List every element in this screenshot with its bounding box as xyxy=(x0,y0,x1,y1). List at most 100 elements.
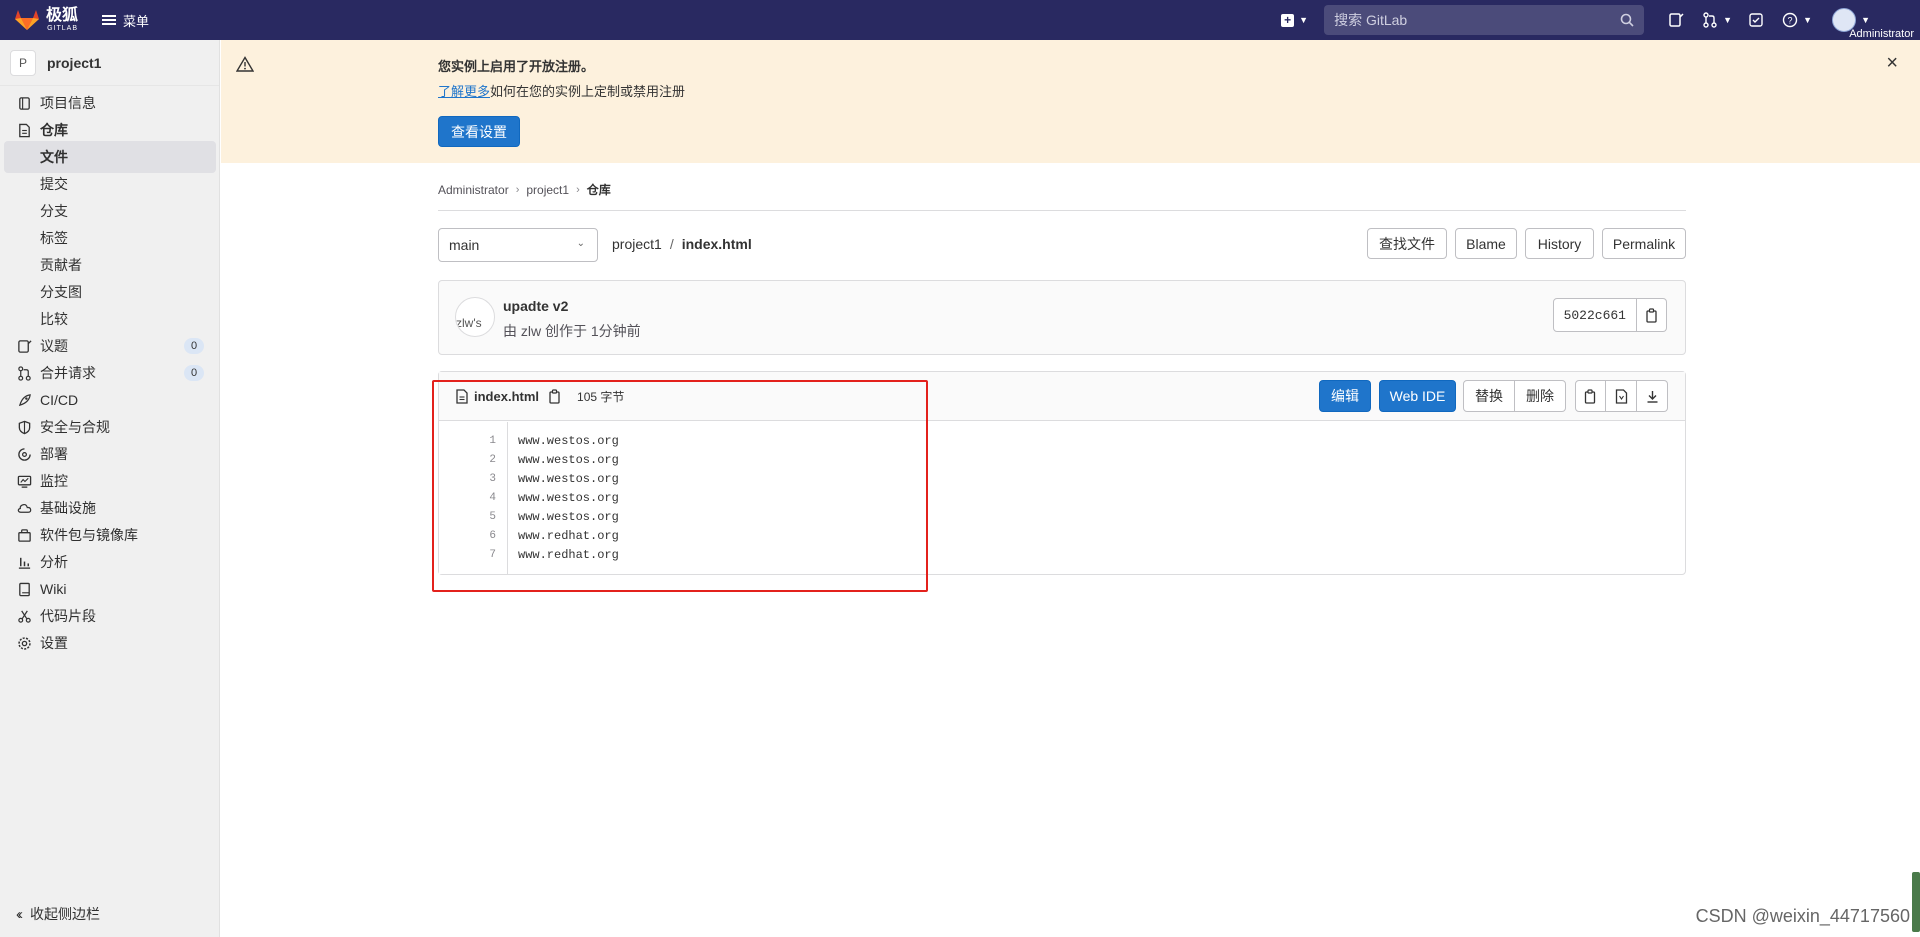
issues-top-button[interactable] xyxy=(1668,11,1686,29)
last-commit-panel: zlw's upadte v2 由 zlw 创作于 1分钟前 5022c661 xyxy=(438,280,1686,355)
permalink-button[interactable]: Permalink xyxy=(1602,228,1686,259)
user-label: Administrator xyxy=(1849,28,1914,40)
chevron-right-icon: › xyxy=(576,183,580,196)
edit-button[interactable]: 编辑 xyxy=(1319,380,1371,412)
copy-contents-button[interactable] xyxy=(1575,380,1606,412)
raw-file-icon xyxy=(1615,388,1627,404)
divider xyxy=(438,210,1686,211)
book-icon xyxy=(16,581,32,597)
rocket-icon xyxy=(16,392,32,408)
chart-icon xyxy=(16,554,32,570)
cloud-gear-icon xyxy=(16,500,32,516)
watermark: CSDN @weixin_44717560 xyxy=(1695,906,1910,926)
commit-sha-group: 5022c661 xyxy=(1552,298,1667,332)
sidebar-item-label: 代码片段 xyxy=(40,608,96,624)
path-project-link[interactable]: project1 xyxy=(612,236,662,252)
sidebar-item-label: 基础设施 xyxy=(40,500,96,516)
merge-request-icon xyxy=(1703,12,1717,28)
web-ide-button[interactable]: Web IDE xyxy=(1379,380,1456,412)
sidebar-item-label: 分析 xyxy=(40,554,68,570)
issues-icon xyxy=(16,338,32,354)
path-file: index.html xyxy=(681,236,752,252)
history-button[interactable]: History xyxy=(1525,228,1594,259)
file-path: project1 / index.html xyxy=(612,236,752,252)
chevron-right-icon: › xyxy=(515,183,520,196)
close-icon[interactable]: × xyxy=(1886,52,1898,75)
scrollbar-thumb[interactable] xyxy=(1912,872,1920,932)
sidebar-item-label: 比较 xyxy=(40,311,68,327)
logo[interactable]: 极狐 GITLAB xyxy=(14,8,78,32)
collapse-label: 收起侧边栏 xyxy=(30,906,100,922)
highlight-annotation-box xyxy=(432,380,928,592)
copy-icon xyxy=(1584,388,1596,404)
hamburger-icon xyxy=(102,15,117,25)
branch-selector[interactable]: main ⌄ xyxy=(438,228,598,262)
sidebar-item-label: 议题 xyxy=(40,338,68,354)
file-actions-group xyxy=(1575,380,1668,412)
menu-label: 菜单 xyxy=(123,13,150,29)
project-name: project1 xyxy=(47,54,102,71)
copy-sha-button[interactable] xyxy=(1637,298,1667,332)
help-icon: ? xyxy=(1782,12,1798,28)
avatar[interactable]: zlw's xyxy=(455,297,495,337)
blame-button[interactable]: Blame xyxy=(1455,228,1517,259)
help-top-button[interactable]: ? ▼ xyxy=(1782,11,1812,29)
plus-square-icon: + xyxy=(1281,13,1295,27)
sidebar-item-label: 提交 xyxy=(40,176,68,192)
sidebar-project-header[interactable]: P project1 xyxy=(0,40,219,86)
sidebar-item-label: 设置 xyxy=(40,635,68,651)
commit-title[interactable]: upadte v2 xyxy=(503,298,568,314)
sidebar-item-label: 项目信息 xyxy=(40,95,96,111)
breadcrumb-item[interactable]: Administrator xyxy=(438,183,509,197)
svg-text:?: ? xyxy=(1788,16,1793,26)
snippet-icon xyxy=(16,608,32,624)
count-badge: 0 xyxy=(184,338,204,354)
copy-icon xyxy=(1645,307,1657,323)
new-dropdown-button[interactable]: + ▼ xyxy=(1281,13,1308,27)
sidebar-item-label: 合并请求 xyxy=(40,365,96,381)
alert-title: 您实例上启用了开放注册。 xyxy=(438,59,595,74)
sidebar-item-label: 文件 xyxy=(40,149,68,165)
alert-description-text: 如何在您的实例上定制或禁用注册 xyxy=(490,84,686,99)
package-icon xyxy=(16,527,32,543)
breadcrumb-current[interactable]: 仓库 xyxy=(587,181,611,198)
sidebar-item-label: CI/CD xyxy=(40,392,79,408)
collapse-sidebar-button[interactable]: ‹‹ 收起侧边栏 xyxy=(16,904,100,924)
open-raw-button[interactable] xyxy=(1606,380,1637,412)
alert-description: 了解更多如何在您的实例上定制或禁用注册 xyxy=(438,81,685,100)
commit-sha[interactable]: 5022c661 xyxy=(1552,298,1637,332)
replace-delete-group: 替换 删除 xyxy=(1463,380,1566,412)
todo-icon xyxy=(1749,13,1763,27)
sidebar-item-label: 软件包与镜像库 xyxy=(40,527,138,543)
todos-top-button[interactable] xyxy=(1748,11,1766,29)
delete-button[interactable]: 删除 xyxy=(1515,380,1566,412)
commit-meta: 由 zlw 创作于 1分钟前 xyxy=(503,323,641,339)
learn-more-link[interactable]: 了解更多 xyxy=(438,84,490,99)
avatar-alt-text: zlw's xyxy=(456,316,482,330)
find-file-button[interactable]: 查找文件 xyxy=(1367,228,1447,259)
user-menu[interactable]: ▼ Administrator xyxy=(1828,8,1914,40)
replace-button[interactable]: 替换 xyxy=(1463,380,1515,412)
chevron-down-icon: ⌄ xyxy=(576,238,585,249)
menu-button[interactable]: 菜单 xyxy=(102,11,149,30)
view-settings-button[interactable]: 查看设置 xyxy=(438,116,520,147)
gear-icon xyxy=(16,635,32,651)
search-input[interactable] xyxy=(1334,12,1621,28)
branch-name: main xyxy=(449,237,480,253)
search-box[interactable] xyxy=(1324,5,1645,35)
chevron-down-icon: ▼ xyxy=(1861,15,1870,25)
shield-icon xyxy=(16,419,32,435)
sidebar-item-label: 监控 xyxy=(40,473,68,489)
repository-icon xyxy=(16,122,32,138)
download-icon xyxy=(1647,390,1657,403)
count-badge: 0 xyxy=(184,365,204,381)
issues-icon xyxy=(1669,13,1684,27)
breadcrumb-item[interactable]: project1 xyxy=(526,183,569,197)
chevron-down-icon: ▼ xyxy=(1723,15,1732,25)
merge-requests-top-button[interactable]: ▼ xyxy=(1702,11,1732,29)
sidebar-item-settings[interactable]: 设置 xyxy=(4,627,216,659)
warning-icon xyxy=(236,56,254,72)
deployments-icon xyxy=(16,446,32,462)
download-button[interactable] xyxy=(1637,380,1668,412)
top-navbar: 极狐 GITLAB 菜单 + ▼ ▼ ? ▼ ▼ xyxy=(0,0,1920,40)
